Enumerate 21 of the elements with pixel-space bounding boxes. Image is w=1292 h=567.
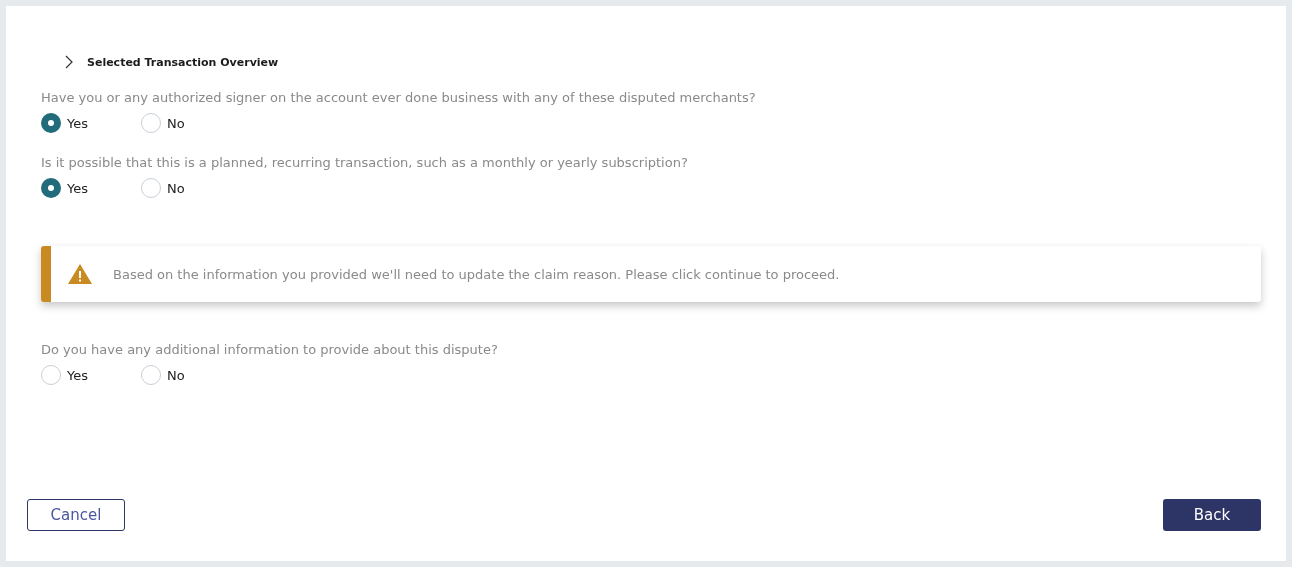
radio-button[interactable] — [141, 113, 161, 133]
radio-button[interactable] — [41, 178, 61, 198]
section-title[interactable]: Selected Transaction Overview — [87, 55, 279, 69]
radio-button[interactable] — [141, 365, 161, 385]
radio-label: Yes — [67, 115, 88, 131]
chevron-icon[interactable] — [65, 55, 73, 69]
radio-button[interactable] — [41, 365, 61, 385]
radio-label: Yes — [67, 367, 88, 383]
question-text: Do you have any additional information to provide about this dispute? — [41, 342, 499, 357]
radio-button[interactable] — [141, 178, 161, 198]
cancel-button[interactable]: Cancel — [27, 499, 125, 531]
radio-label: No — [167, 180, 185, 196]
question-text: Have you or any authorized signer on the account ever done business with any of these disputed merchants? — [41, 90, 757, 105]
radio-label: No — [167, 367, 185, 383]
question-text: Is it possible that this is a planned, recurring transaction, such as a monthly or yearly subscription? — [41, 155, 689, 170]
radio-button[interactable] — [41, 113, 61, 133]
radio-label: Yes — [67, 180, 88, 196]
radio-label: No — [167, 115, 185, 131]
warning-text: Based on the information you provided we'll need to update the claim reason. Please click continue to proceed. — [113, 266, 840, 282]
back-button[interactable]: Back — [1163, 499, 1261, 531]
warning-icon — [67, 263, 93, 285]
